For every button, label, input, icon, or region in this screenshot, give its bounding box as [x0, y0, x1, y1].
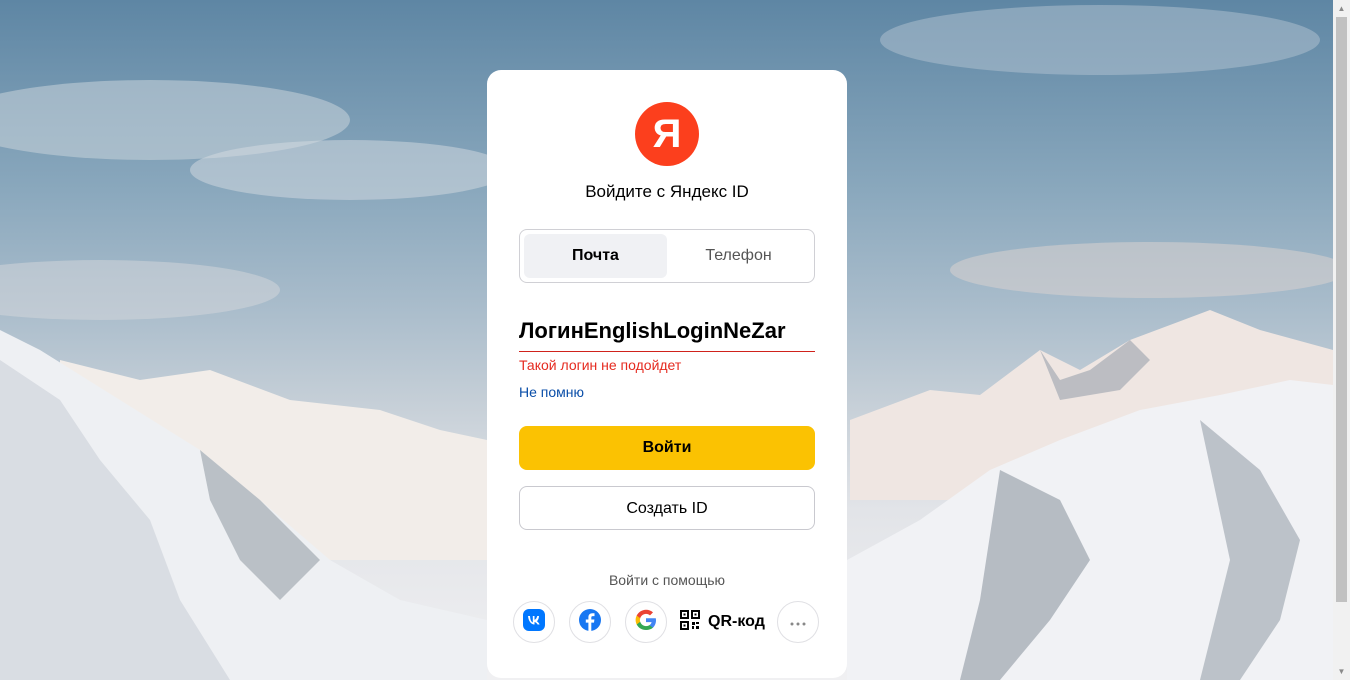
- google-icon: [635, 609, 657, 636]
- qr-code-icon: [680, 609, 700, 635]
- facebook-login-button[interactable]: [569, 601, 611, 643]
- forgot-login-link[interactable]: Не помню: [519, 384, 584, 400]
- login-method-tabs: Почта Телефон: [519, 229, 815, 283]
- create-id-button[interactable]: Создать ID: [519, 486, 815, 530]
- vk-icon: [523, 608, 545, 636]
- submit-button[interactable]: Войти: [519, 426, 815, 470]
- login-input[interactable]: [519, 310, 815, 352]
- scroll-up-arrow-icon[interactable]: ▲: [1333, 0, 1350, 17]
- more-icon: [789, 613, 807, 631]
- facebook-icon: [579, 608, 601, 636]
- page-scrollbar[interactable]: ▲ ▼: [1333, 0, 1350, 680]
- qr-login-button[interactable]: QR-код: [680, 601, 765, 643]
- social-login-label: Войти с помощью: [608, 572, 726, 588]
- scroll-down-arrow-icon[interactable]: ▼: [1333, 663, 1350, 680]
- tab-email[interactable]: Почта: [524, 234, 667, 278]
- qr-login-label: QR-код: [708, 613, 765, 630]
- login-error-message: Такой логин не подойдет: [519, 357, 682, 373]
- more-login-options-button[interactable]: [777, 601, 819, 643]
- yandex-logo-icon: Я: [635, 102, 699, 166]
- tab-phone[interactable]: Телефон: [667, 234, 810, 278]
- scrollbar-thumb[interactable]: [1336, 17, 1347, 602]
- page-title: Войдите с Яндекс ID: [585, 182, 749, 201]
- login-card: Я Войдите с Яндекс ID Почта Телефон Тако…: [487, 70, 847, 678]
- google-login-button[interactable]: [625, 601, 667, 643]
- vk-login-button[interactable]: [513, 601, 555, 643]
